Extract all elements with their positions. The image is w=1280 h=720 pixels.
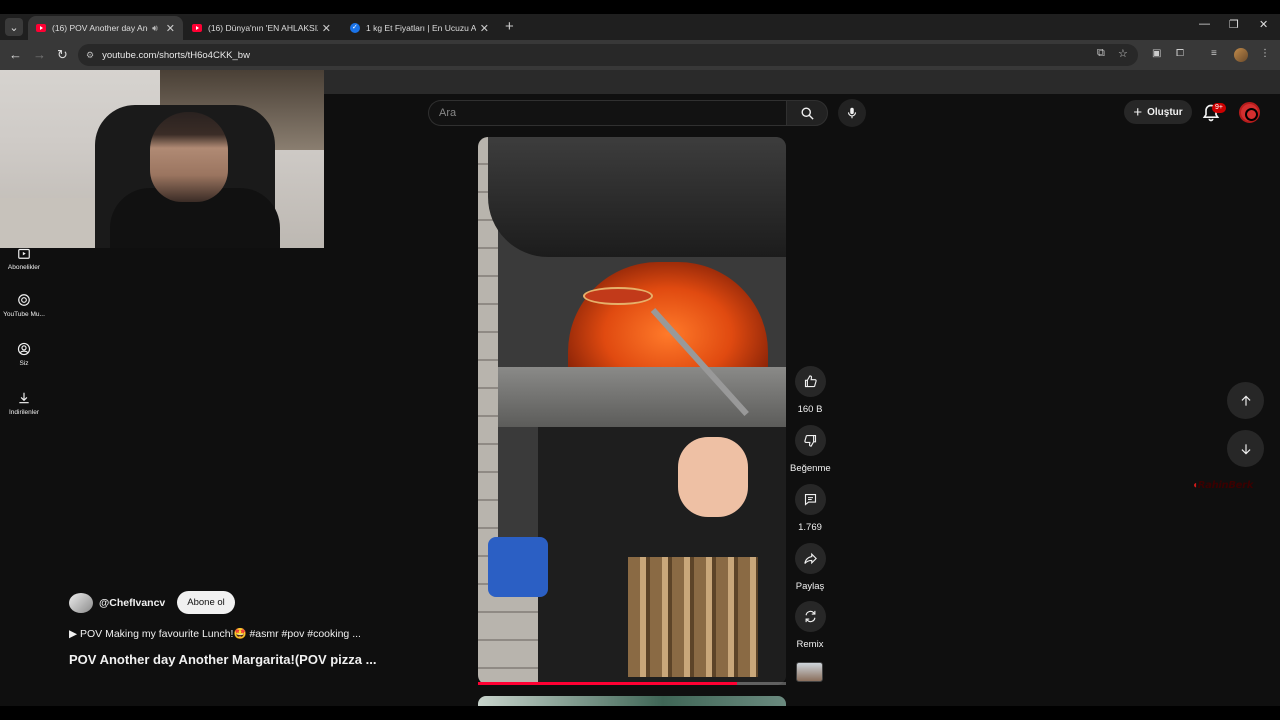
verified-icon [350,23,360,33]
create-label: Oluştur [1147,106,1183,118]
dislike-label: Beğenme [790,463,831,474]
like-count: 160 B [797,404,823,415]
channel-handle[interactable]: @ChefIvancv [99,597,165,609]
search-icon [801,107,814,120]
video-progress-bar[interactable] [478,682,786,685]
remix-icon [805,610,815,623]
arrow-down-icon [1241,443,1250,454]
notifications-badge: 9+ [1212,103,1226,113]
watermark-text: 𝙍𝙖𝙝𝙞𝙣𝘽𝙚𝙧𝙠 [1197,480,1254,491]
share-button[interactable]: Paylaş [790,543,830,592]
remix-label: Remix [796,639,824,650]
forward-icon[interactable]: → [33,47,46,62]
plus-icon: + [1133,103,1143,121]
close-window-icon[interactable]: ✕ [1259,18,1268,31]
tab-close-icon[interactable]: ✕ [480,22,489,35]
sidebar-item-label: İndirilenler [9,409,39,416]
next-short-preview[interactable] [478,696,786,706]
streamer-watermark: ◖𝙍𝙖𝙝𝙞𝙣𝘽𝙚𝙧𝙠 [1192,480,1253,491]
back-icon[interactable]: ← [9,47,22,62]
sidebar-item-youtube-music[interactable]: YouTube Mu... [0,293,48,318]
tab-close-icon[interactable]: ✕ [322,22,331,35]
voice-search-button[interactable] [838,99,866,127]
youtube-icon [36,24,46,32]
thumbs-up-icon [804,375,817,388]
comment-count: 1.769 [798,522,822,533]
extension-icon[interactable]: ▣ [1152,48,1161,59]
sidebar-item-subscriptions[interactable]: Abonelikler [0,246,48,271]
browser-tab-active[interactable]: (16) POV Another day Anoth 🔊︎ ✕ [28,16,183,40]
video-gloves [488,537,548,597]
tab-title: (16) Dünya'nın 'EN AHLAKSIZ' E [208,23,318,33]
channel-row: @ChefIvancv Abone ol [69,591,235,614]
tab-close-icon[interactable]: ✕ [166,22,175,35]
reload-icon[interactable]: ↻ [57,47,68,63]
video-oven-ledge [498,367,786,427]
webcam-overlay [0,70,324,248]
sidebar-item-label: Abonelikler [7,264,41,271]
site-info-icon[interactable]: ⚙ [86,50,94,61]
webcam-desk [0,198,110,248]
comment-icon [804,493,816,506]
subscribe-button[interactable]: Abone ol [177,591,235,614]
profile-avatar[interactable] [1234,48,1248,62]
chrome-menu-icon[interactable]: ⋮ [1260,48,1270,59]
account-avatar[interactable] [1239,102,1260,123]
download-icon [19,392,29,404]
comments-button[interactable]: 1.769 [790,484,830,533]
video-progress-fill [478,682,737,685]
sidebar-item-you[interactable]: Siz [0,342,48,367]
install-app-icon[interactable]: ⧉ [1097,47,1105,60]
bookmark-star-icon[interactable]: ☆ [1118,47,1128,60]
reading-list-icon[interactable]: ≡ [1211,48,1217,59]
address-bar[interactable]: ⚙ youtube.com/shorts/tH6o4CKK_bw [78,44,1138,66]
sidebar-item-downloads[interactable]: İndirilenler [0,391,48,416]
video-pizza [583,287,653,305]
shorts-video-player[interactable] [478,137,786,685]
remix-button[interactable]: Remix [790,601,830,650]
browser-tab[interactable]: (16) Dünya'nın 'EN AHLAKSIZ' E ✕ [184,16,339,40]
tab-search-button[interactable]: ⌄ [5,18,23,36]
speaker-icon[interactable]: 🔊︎ [152,23,158,34]
search-button[interactable] [786,100,828,126]
new-tab-button[interactable]: + [505,18,514,35]
tab-title: (16) POV Another day Anoth [52,23,148,33]
account-icon [17,342,31,356]
video-oven-hood [488,137,786,257]
restore-icon[interactable]: ❐ [1229,18,1239,31]
previous-short-button[interactable] [1227,382,1264,419]
browser-tab-strip: ⌄ (16) POV Another day Anoth 🔊︎ ✕ (16) D… [0,14,1280,40]
sound-thumbnail[interactable] [796,662,823,682]
create-button[interactable]: + Oluştur [1124,100,1192,124]
channel-avatar[interactable] [69,592,93,613]
browser-toolbar: ← → ↻ ⚙ youtube.com/shorts/tH6o4CKK_bw ⧉… [0,40,1280,70]
microphone-icon [847,107,857,119]
video-title[interactable]: POV Another day Another Margarita!(POV p… [69,652,376,667]
share-icon [803,552,817,565]
url-text: youtube.com/shorts/tH6o4CKK_bw [102,49,250,61]
minimize-icon[interactable]: — [1199,18,1210,30]
thumbs-down-icon [803,434,816,447]
youtube-music-icon [18,294,30,306]
subscriptions-icon [18,248,30,259]
next-short-button[interactable] [1227,430,1264,467]
screen-bottom-edge [0,706,1280,720]
share-label: Paylaş [795,581,825,592]
video-hand [678,437,748,517]
puzzle-icon[interactable]: ⧠ [1176,48,1184,59]
video-firewood [628,557,758,677]
screen-top-edge [0,0,1280,14]
search-input[interactable]: Ara [428,100,786,126]
webcam-person-head [150,112,228,202]
sidebar-item-label: YouTube Mu... [3,311,45,318]
dislike-button[interactable]: Beğenme [790,425,831,474]
youtube-icon [192,24,202,32]
video-description[interactable]: ▶ POV Making my favourite Lunch!🤩 #asmr … [69,627,361,640]
sidebar-item-label: Siz [19,360,29,367]
browser-tab[interactable]: 1 kg Et Fiyatları | En Ucuzu Akak ✕ [342,16,497,40]
like-button[interactable]: 160 B [790,366,830,415]
arrow-up-icon [1241,395,1250,406]
tab-title: 1 kg Et Fiyatları | En Ucuzu Akak [366,23,476,33]
